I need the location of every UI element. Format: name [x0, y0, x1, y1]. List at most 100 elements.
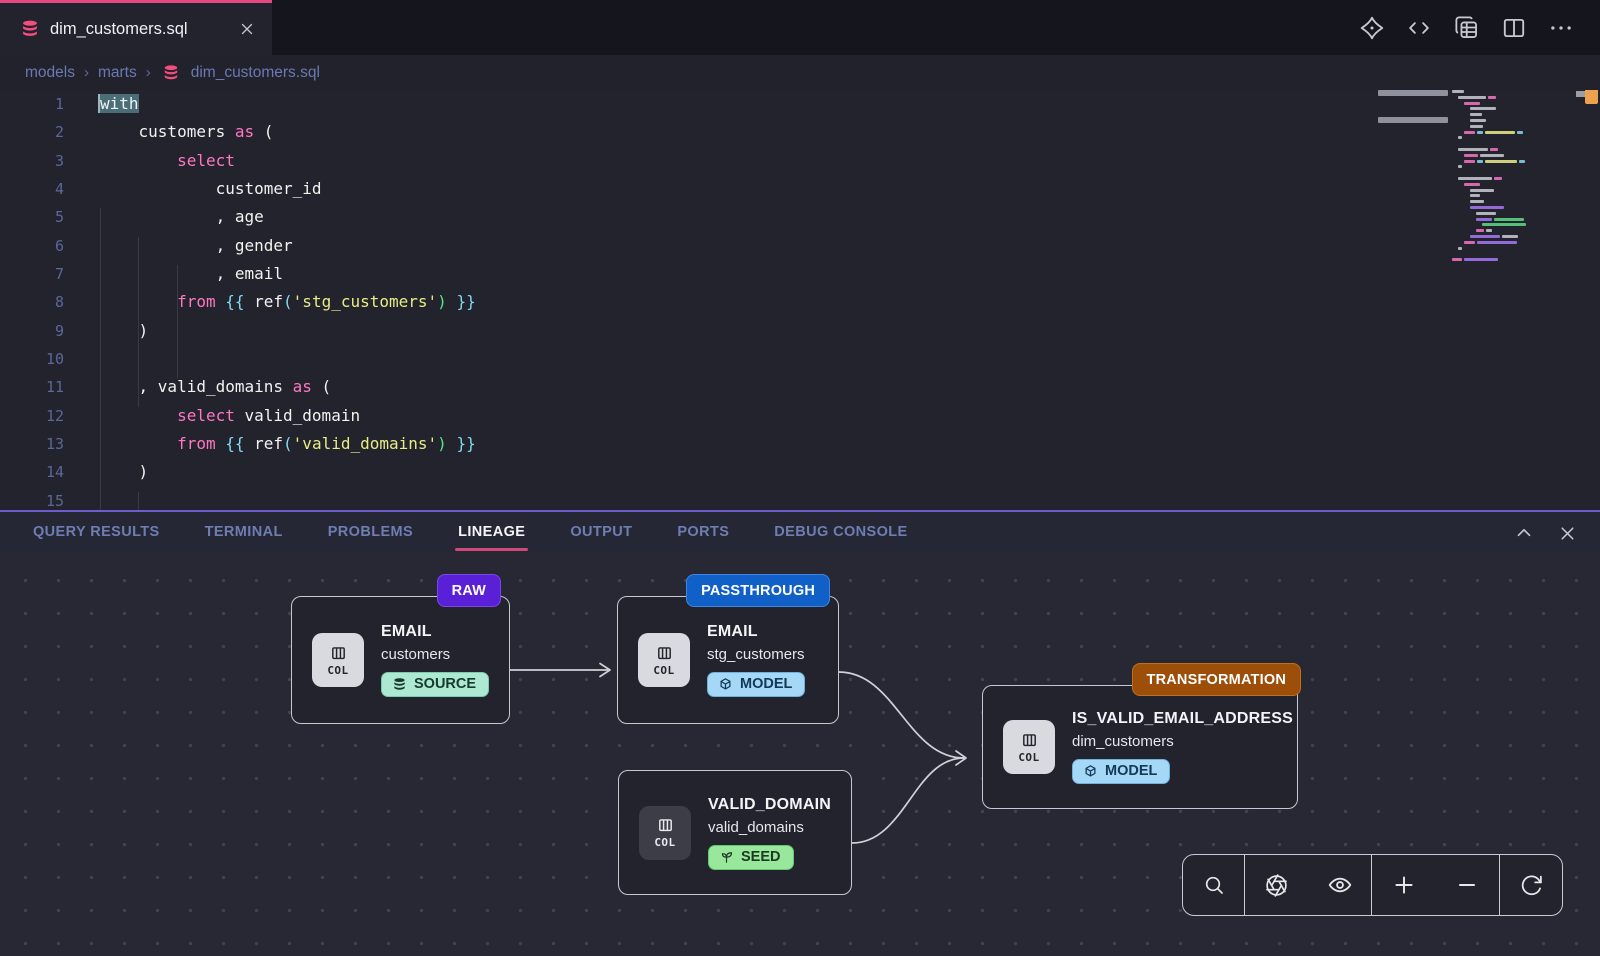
panel-actions: [1513, 512, 1578, 554]
code-lines: with customers as ( select customer_id ,…: [100, 90, 476, 510]
dbt-icon[interactable]: [1359, 15, 1385, 41]
code-line[interactable]: [100, 345, 476, 373]
split-editor-icon[interactable]: [1501, 15, 1527, 41]
close-panel-icon[interactable]: [1557, 523, 1578, 544]
lineage-node-valid-domains[interactable]: COL VALID_DOMAIN valid_domains SEED: [618, 770, 852, 895]
column-name: EMAIL: [381, 623, 432, 641]
column-name: IS_VALID_EMAIL_ADDRESS: [1072, 710, 1293, 728]
minimap-line: [1470, 200, 1484, 203]
line-number: 8: [0, 288, 64, 316]
model-badge: MODEL: [1072, 759, 1170, 784]
breadcrumb-file[interactable]: dim_customers.sql: [191, 64, 320, 82]
line-number: 13: [0, 430, 64, 458]
line-number: 4: [0, 175, 64, 203]
aperture-button[interactable]: [1257, 865, 1297, 905]
minimap-line: [1494, 177, 1502, 180]
lineage-node-customers-email[interactable]: RAW COL EMAIL customers SOURCE: [291, 596, 510, 724]
code-line[interactable]: , valid_domains as (: [100, 373, 476, 401]
code-line[interactable]: from {{ ref('stg_customers') }}: [100, 288, 476, 316]
breadcrumb-marts[interactable]: marts: [98, 64, 137, 82]
search-icon: [1202, 873, 1226, 897]
code-icon[interactable]: [1406, 15, 1432, 41]
minimap-line: [1480, 154, 1504, 157]
minimap-line: [1458, 96, 1486, 99]
minimap-line: [1470, 235, 1500, 238]
minimap-line: [1519, 160, 1525, 163]
lineage-node-dim-customers[interactable]: TRANSFORMATION COL IS_VALID_EMAIL_ADDRES…: [982, 685, 1298, 809]
cube-icon: [718, 677, 733, 692]
panel-tab-lineage[interactable]: LINEAGE: [457, 520, 526, 544]
code-editor[interactable]: 123456789101112131415 with customers as …: [0, 90, 1600, 510]
minimap-line: [1464, 154, 1478, 157]
minimap-line: [1482, 223, 1526, 226]
code-line[interactable]: from {{ ref('valid_domains') }}: [100, 430, 476, 458]
columns-icon: [655, 816, 676, 837]
line-number: 2: [0, 118, 64, 146]
minimap-line: [1476, 229, 1484, 232]
column-name: VALID_DOMAIN: [708, 796, 831, 814]
model-badge: MODEL: [707, 672, 805, 697]
minimap-line: [1464, 160, 1475, 163]
chevron-up-icon[interactable]: [1513, 522, 1535, 544]
tab-dim-customers-sql[interactable]: dim_customers.sql: [0, 0, 272, 55]
model-name: stg_customers: [707, 646, 805, 663]
code-line[interactable]: , email: [100, 260, 476, 288]
column-chip: COL: [638, 633, 690, 687]
model-name: valid_domains: [708, 819, 804, 836]
panel-tab-ports[interactable]: PORTS: [676, 520, 730, 544]
zoom-out-button[interactable]: [1447, 865, 1487, 905]
code-line[interactable]: customers as (: [100, 118, 476, 146]
minimap-line: [1485, 131, 1515, 134]
panel-tab-problems[interactable]: PROBLEMS: [327, 520, 414, 544]
refresh-button[interactable]: [1511, 865, 1551, 905]
minimap-line: [1517, 131, 1523, 134]
breadcrumb-models[interactable]: models: [25, 64, 75, 82]
code-line[interactable]: select: [100, 147, 476, 175]
panel-tab-debug-console[interactable]: DEBUG CONSOLE: [773, 520, 908, 544]
panel-tab-query-results[interactable]: QUERY RESULTS: [32, 520, 161, 544]
close-tab-icon[interactable]: [238, 20, 256, 38]
line-number: 1: [0, 90, 64, 118]
breadcrumb: models › marts › dim_customers.sql: [0, 55, 1600, 90]
minimap-line: [1458, 177, 1492, 180]
tables-icon[interactable]: [1453, 14, 1480, 41]
line-number: 10: [0, 345, 64, 373]
column-chip: COL: [639, 806, 691, 860]
more-icon[interactable]: [1548, 15, 1574, 41]
panel-tab-output[interactable]: OUTPUT: [569, 520, 633, 544]
model-name: customers: [381, 646, 450, 663]
minimap-line: [1470, 107, 1496, 110]
minus-icon: [1454, 872, 1480, 898]
search-button[interactable]: [1194, 865, 1234, 905]
minimap-line: [1502, 235, 1518, 238]
minimap-line: [1485, 160, 1517, 163]
ide-window: dim_customers.sql models › marts › dim_c…: [0, 0, 1600, 956]
line-number: 15: [0, 487, 64, 510]
database-icon: [392, 677, 407, 692]
panel-tab-terminal[interactable]: TERMINAL: [204, 520, 284, 544]
minimap-line: [1452, 258, 1462, 261]
visibility-button[interactable]: [1320, 865, 1360, 905]
code-line[interactable]: select valid_domain: [100, 402, 476, 430]
code-line[interactable]: [100, 487, 476, 510]
minimap-decoration: [1378, 90, 1448, 96]
minimap-line: [1470, 119, 1486, 122]
columns-icon: [654, 644, 675, 665]
minimap[interactable]: [1452, 90, 1564, 290]
code-line[interactable]: ): [100, 458, 476, 486]
minimap-line: [1470, 113, 1482, 116]
lineage-node-stg-customers-email[interactable]: PASSTHROUGH COL EMAIL stg_customers MODE…: [617, 596, 839, 724]
editor-actions: [1359, 0, 1600, 55]
code-line[interactable]: with: [100, 90, 476, 118]
col-label: COL: [653, 664, 674, 677]
code-line[interactable]: , age: [100, 203, 476, 231]
column-chip: COL: [312, 633, 364, 687]
zoom-in-button[interactable]: [1384, 865, 1424, 905]
minimap-line: [1490, 148, 1498, 151]
lineage-canvas[interactable]: RAW COL EMAIL customers SOURCE PASSTHROU…: [0, 552, 1600, 956]
code-line[interactable]: , gender: [100, 232, 476, 260]
cube-icon: [1083, 764, 1098, 779]
code-line[interactable]: customer_id: [100, 175, 476, 203]
code-line[interactable]: ): [100, 317, 476, 345]
overview-ruler-marker: [1585, 90, 1598, 104]
